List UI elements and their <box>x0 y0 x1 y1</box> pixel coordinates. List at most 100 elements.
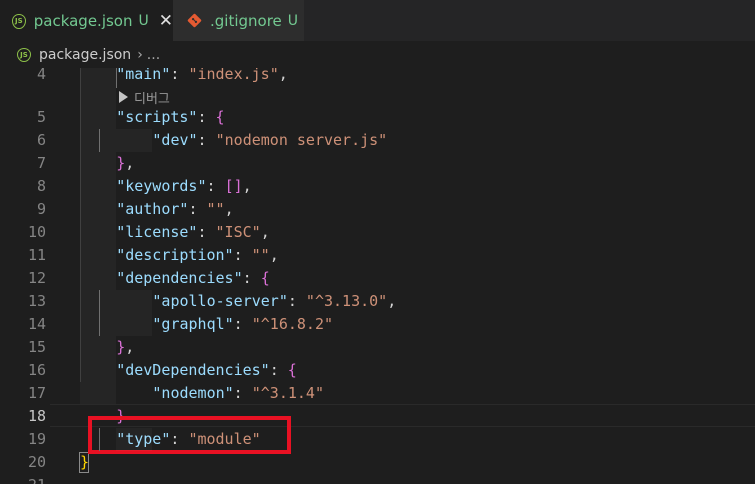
json-bracket-open: { <box>215 108 225 126</box>
code-text: "apollo-server": "^3.13.0", <box>152 290 396 313</box>
json-comma: , <box>224 200 234 218</box>
json-comma: , <box>278 68 288 83</box>
json-colon: : <box>242 269 261 287</box>
line-number: 9 <box>36 200 46 218</box>
json-colon: : <box>197 131 216 149</box>
line-number: 13 <box>27 292 46 310</box>
json-value: "ISC" <box>215 223 261 241</box>
line-number: 17 <box>27 384 46 402</box>
code-text: "license": "ISC", <box>116 221 270 244</box>
indent-region <box>80 68 116 404</box>
close-icon[interactable]: ✕ <box>159 12 173 30</box>
code-line: 20} <box>0 451 755 474</box>
json-value: "^16.8.2" <box>251 315 334 333</box>
json-bracket-close: } <box>116 338 126 356</box>
json-comma: , <box>125 338 135 356</box>
json-key: "dependencies" <box>116 269 243 287</box>
git-icon <box>187 13 202 28</box>
indent-guide <box>99 428 101 451</box>
breadcrumb-file[interactable]: package.json <box>39 47 131 63</box>
json-key: "main" <box>116 68 171 83</box>
code-text: "scripts": { <box>116 106 224 129</box>
line-number: 20 <box>27 453 46 471</box>
indent-region <box>116 428 152 451</box>
line-number: 6 <box>36 131 46 149</box>
tab-label: package.json <box>33 12 133 30</box>
json-value: "" <box>251 246 270 264</box>
play-icon <box>119 91 128 103</box>
line-number: 4 <box>36 68 46 83</box>
json-value: "^3.13.0" <box>305 292 388 310</box>
code-text: "keywords": [], <box>116 175 251 198</box>
code-text: "description": "", <box>116 244 279 267</box>
json-bracket-close: } <box>116 154 126 172</box>
code-text: } <box>80 451 89 474</box>
debug-label: 디버그 <box>134 91 170 107</box>
code-text: "main": "index.js", <box>116 68 288 86</box>
json-colon: : <box>287 292 306 310</box>
json-colon: : <box>197 108 216 126</box>
code-text: "nodemon": "^3.1.4" <box>152 382 324 405</box>
indent-guide <box>99 129 101 152</box>
line-number: 11 <box>27 246 46 264</box>
json-key: "nodemon" <box>152 384 234 402</box>
tab-label: .gitignore <box>210 11 282 30</box>
json-bracket-open: { <box>260 269 270 287</box>
breadcrumb: JS package.json › ... <box>0 41 755 68</box>
code-text: "author": "", <box>116 198 233 221</box>
line-number: 19 <box>27 430 46 448</box>
line-number: 14 <box>27 315 46 333</box>
tab-gitignore[interactable]: .gitignore U <box>173 0 305 41</box>
debug-codelens[interactable]: 디버그 <box>119 86 170 108</box>
code-editor[interactable]: 디버그 4 "main": "index.js", 5 "scripts": {6 "d… <box>0 68 755 484</box>
code-text: "dependencies": { <box>116 267 270 290</box>
json-key: "description" <box>116 246 234 264</box>
json-key: "apollo-server" <box>152 292 288 310</box>
json-colon: : <box>269 361 288 379</box>
tab-bar: JS package.json U ✕ .gitignore U <box>0 0 755 41</box>
json-comma: , <box>125 154 135 172</box>
json-file-icon: JS <box>12 13 26 29</box>
json-colon: : <box>188 200 207 218</box>
breadcrumb-more[interactable]: ... <box>147 47 160 63</box>
json-colon: : <box>170 68 189 83</box>
json-colon: : <box>233 246 252 264</box>
json-colon: : <box>233 384 252 402</box>
json-value: "^3.1.4" <box>251 384 324 402</box>
json-comma: , <box>269 246 279 264</box>
code-text: "dev": "nodemon server.js" <box>152 129 387 152</box>
line-number: 15 <box>27 338 46 356</box>
json-colon: : <box>197 223 216 241</box>
json-key: "scripts" <box>116 108 198 126</box>
json-key: "devDependencies" <box>116 361 270 379</box>
indent-guide <box>99 290 101 336</box>
code-text: "devDependencies": { <box>116 359 297 382</box>
json-value: "" <box>206 200 225 218</box>
line-number: 21 <box>0 474 46 484</box>
indent-guide <box>116 68 118 88</box>
json-key: "graphql" <box>152 315 234 333</box>
tab-package-json[interactable]: JS package.json U ✕ <box>0 0 173 41</box>
json-bracket-open: [] <box>224 177 243 195</box>
code-text: "graphql": "^16.8.2" <box>152 313 333 336</box>
untracked-badge: U <box>138 13 149 29</box>
code-text: }, <box>116 336 134 359</box>
json-key: "dev" <box>152 131 198 149</box>
indent-region <box>116 129 152 152</box>
json-root-bracket: } <box>80 453 90 471</box>
code-line: 21 <box>0 474 755 484</box>
json-colon: : <box>206 177 225 195</box>
json-value: "nodemon server.js" <box>215 131 388 149</box>
json-value: "index.js" <box>188 68 279 83</box>
line-number: 18 <box>27 407 46 425</box>
line-number: 10 <box>27 223 46 241</box>
json-colon: : <box>233 315 252 333</box>
code-text: }, <box>116 152 134 175</box>
line-number: 16 <box>27 361 46 379</box>
line-number: 12 <box>27 269 46 287</box>
json-key: "keywords" <box>116 177 207 195</box>
json-key: "license" <box>116 223 198 241</box>
chevron-right-icon: › <box>137 46 143 63</box>
json-key: "author" <box>116 200 189 218</box>
line-number: 8 <box>36 177 46 195</box>
